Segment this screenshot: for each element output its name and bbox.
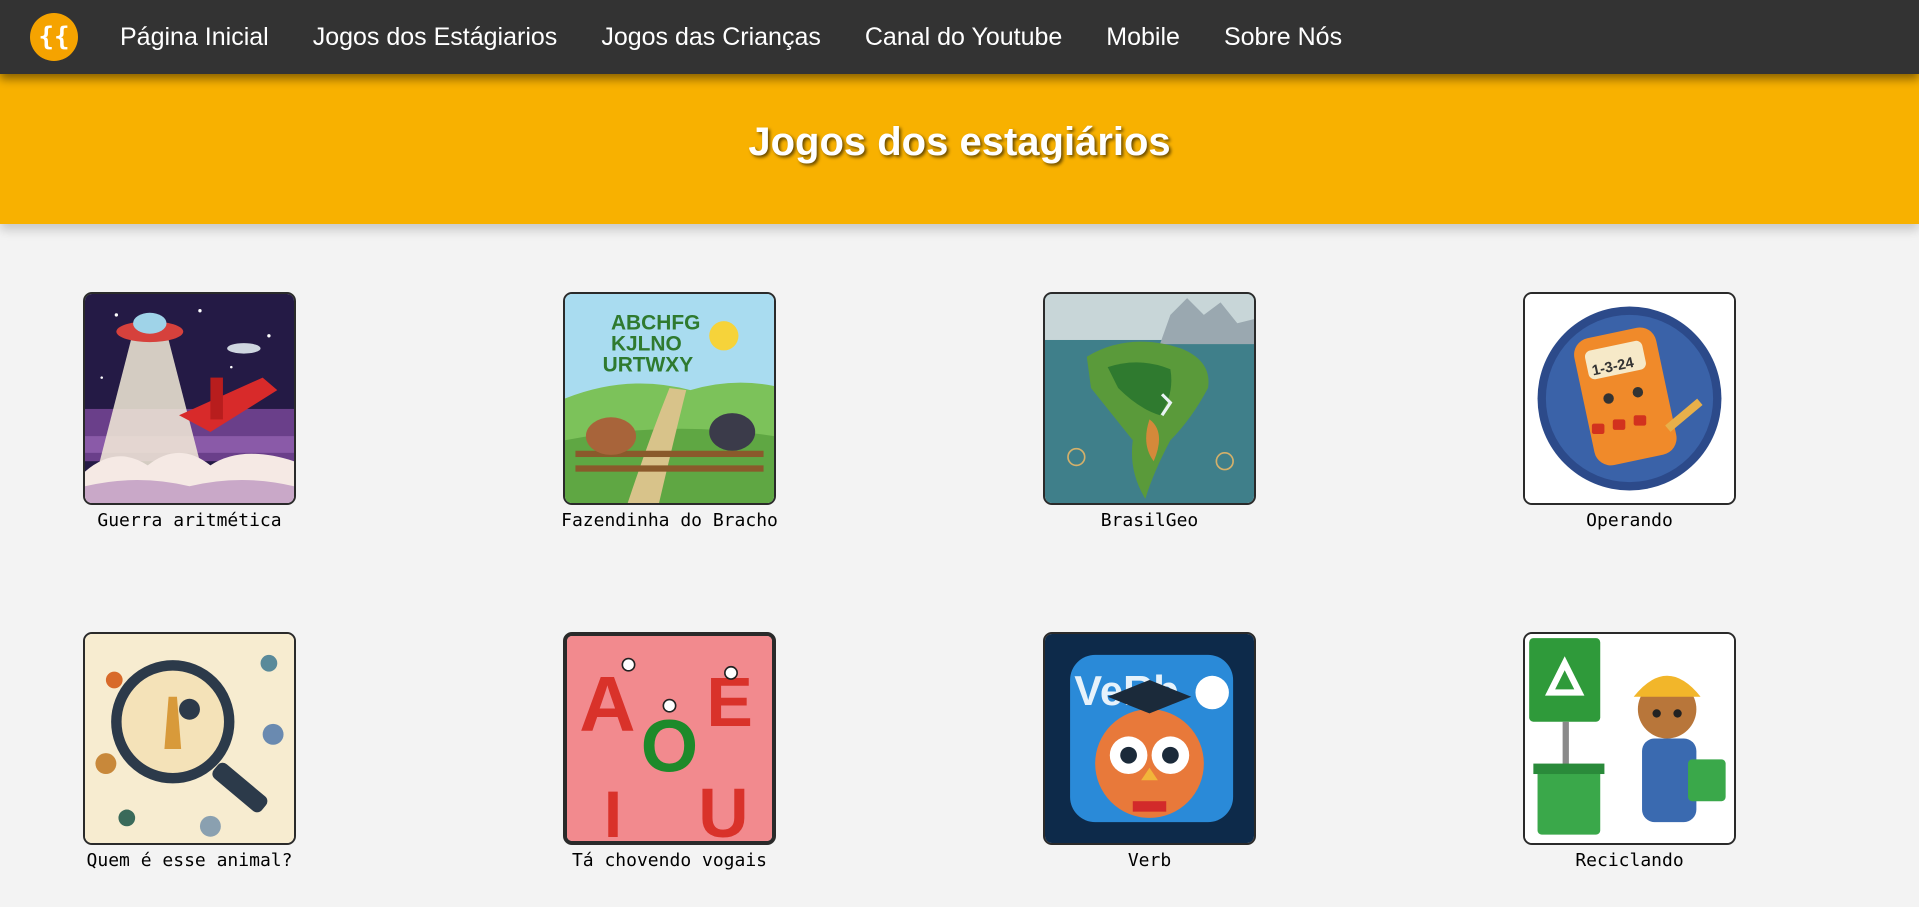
nav-link-jogos-criancas[interactable]: Jogos das Crianças (579, 23, 843, 52)
game-title[interactable]: BrasilGeo (1019, 510, 1280, 531)
game-title[interactable]: Fazendinha do Bracho (539, 510, 800, 531)
calculator-art[interactable]: 1-3-24 (1523, 292, 1736, 505)
magnifier-animals-art[interactable] (83, 632, 296, 845)
nav-link-jogos-estagiarios[interactable]: Jogos dos Estágiarios (291, 23, 580, 52)
game-title[interactable]: Tá chovendo vogais (539, 850, 800, 871)
owl-verb-art[interactable]: VeRb (1043, 632, 1256, 845)
game-title[interactable]: Guerra aritmética (59, 510, 320, 531)
spaceship-war-art[interactable] (83, 292, 296, 505)
top-navbar: {{ Página Inicial Jogos dos Estágiarios … (0, 0, 1919, 74)
svg-text:ABCHFG: ABCHFG (611, 312, 700, 335)
logo-icon[interactable]: {{ (30, 13, 78, 61)
nav-link-mobile[interactable]: Mobile (1084, 23, 1202, 52)
nav-links: Página Inicial Jogos dos Estágiarios Jog… (98, 0, 1364, 74)
game-title[interactable]: Verb (1019, 850, 1280, 871)
game-title[interactable]: Operando (1499, 510, 1760, 531)
game-title[interactable]: Quem é esse animal? (59, 850, 320, 871)
nav-link-sobre-nos[interactable]: Sobre Nós (1202, 23, 1364, 52)
nav-link-pagina-inicial[interactable]: Página Inicial (98, 23, 291, 52)
svg-text:O: O (641, 704, 698, 787)
svg-text:URTWXY: URTWXY (603, 353, 694, 376)
svg-text:KJLNO: KJLNO (611, 332, 682, 355)
svg-text:U: U (698, 774, 748, 841)
vowels-art[interactable]: A E O I U (563, 632, 776, 845)
svg-text:A: A (579, 659, 635, 747)
page-banner: Jogos dos estagiários (0, 74, 1919, 224)
page-title: Jogos dos estagiários (748, 120, 1171, 164)
nav-link-canal-youtube[interactable]: Canal do Youtube (843, 23, 1084, 52)
recycling-bear-art[interactable] (1523, 632, 1736, 845)
game-title[interactable]: Reciclando (1499, 850, 1760, 871)
farm-alphabet-art[interactable]: ABCHFG KJLNO URTWXY (563, 292, 776, 505)
svg-text:I: I (604, 778, 622, 841)
south-america-map-art[interactable] (1043, 292, 1256, 505)
